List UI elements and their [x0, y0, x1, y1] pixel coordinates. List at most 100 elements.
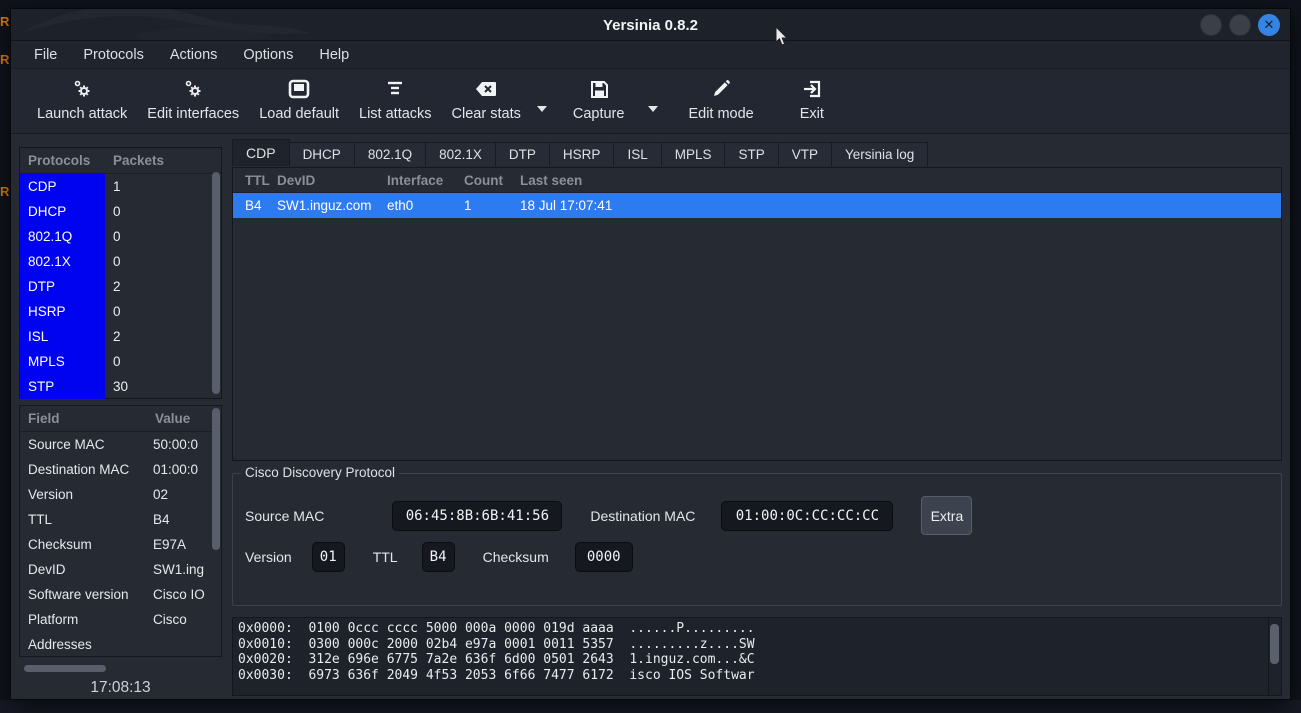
version-input[interactable]	[312, 542, 345, 572]
column-header-field[interactable]: Field	[20, 411, 153, 426]
protocol-row-cdp[interactable]: CDP 1	[20, 174, 221, 199]
cdp-form: Cisco Discovery Protocol Source MAC Dest…	[232, 473, 1282, 606]
clear-backspace-icon	[474, 77, 498, 101]
column-header-devid[interactable]: DevID	[275, 173, 385, 188]
minimize-button[interactable]	[1200, 14, 1222, 36]
tab-8021x[interactable]: 802.1X	[426, 142, 496, 166]
field-row-source-mac[interactable]: Source MAC 50:00:0	[20, 432, 221, 457]
sidebar: Protocols Packets CDP 1 DHCP 0 802.1Q 0 …	[19, 145, 222, 691]
destination-mac-input[interactable]	[721, 501, 893, 531]
floppy-icon	[589, 77, 609, 101]
tab-hsrp[interactable]: HSRP	[550, 142, 615, 166]
hex-scrollbar-track[interactable]	[1268, 618, 1281, 695]
load-default-button[interactable]: Load default	[249, 75, 349, 124]
protocols-scrollbar[interactable]	[212, 172, 220, 394]
field-row-devid[interactable]: DevID SW1.ing	[20, 557, 221, 582]
protocol-row-8021x[interactable]: 802.1X 0	[20, 249, 221, 274]
menu-help[interactable]: Help	[306, 47, 362, 63]
toolbar-label: Edit mode	[688, 106, 753, 122]
ethernet-port-icon	[287, 77, 311, 101]
exit-icon	[802, 77, 822, 101]
fields-horizontal-scrollbar[interactable]	[19, 664, 222, 673]
column-header-packets[interactable]: Packets	[105, 153, 221, 168]
window-title: Yersinia 0.8.2	[11, 9, 1290, 41]
chevron-down-icon	[536, 105, 548, 113]
tab-dhcp[interactable]: DHCP	[290, 142, 355, 166]
mouse-cursor	[775, 26, 791, 48]
field-row-software-version[interactable]: Software version Cisco IO	[20, 582, 221, 607]
field-row-ttl[interactable]: TTL B4	[20, 507, 221, 532]
close-button[interactable]: ✕	[1258, 14, 1280, 36]
hex-scrollbar[interactable]	[1270, 624, 1279, 664]
protocol-row-mpls[interactable]: MPLS 0	[20, 349, 221, 374]
tab-stp[interactable]: STP	[725, 142, 778, 166]
maximize-button[interactable]	[1229, 14, 1251, 36]
toolbar-label: Load default	[259, 106, 339, 122]
clear-stats-dropdown[interactable]	[531, 99, 553, 119]
destination-mac-label: Destination MAC	[590, 508, 695, 524]
list-icon	[385, 77, 405, 101]
packet-table: TTL DevID Interface Count Last seen B4 S…	[232, 167, 1282, 461]
fields-scrollbar[interactable]	[212, 408, 220, 550]
toolbar-label: Capture	[573, 106, 625, 122]
column-header-ttl[interactable]: TTL	[233, 173, 275, 188]
capture-button[interactable]: Capture	[563, 75, 635, 124]
menu-actions[interactable]: Actions	[157, 47, 231, 63]
tab-mpls[interactable]: MPLS	[662, 142, 726, 166]
menu-options[interactable]: Options	[230, 47, 306, 63]
protocol-tabbar: CDP DHCP 802.1Q 802.1X DTP HSRP ISL MPLS…	[232, 139, 1282, 166]
toolbar-label: Launch attack	[37, 106, 127, 122]
cdp-form-legend: Cisco Discovery Protocol	[241, 465, 399, 480]
field-row-version[interactable]: Version 02	[20, 482, 221, 507]
packet-row-selected[interactable]: B4 SW1.inguz.com eth0 1 18 Jul 17:07:41	[233, 193, 1281, 218]
column-header-protocols[interactable]: Protocols	[20, 153, 105, 168]
toolbar: Launch attack Edit interfaces Load defau…	[11, 69, 1290, 134]
exit-button[interactable]: Exit	[790, 75, 834, 124]
tab-vtp[interactable]: VTP	[779, 142, 832, 166]
chevron-down-icon	[647, 105, 659, 113]
toolbar-label: List attacks	[359, 106, 432, 122]
titlebar[interactable]: Yersinia 0.8.2 ✕	[11, 9, 1290, 41]
pencil-icon	[711, 77, 731, 101]
column-header-value[interactable]: Value	[153, 411, 221, 426]
desktop-taskbar-strip	[0, 700, 1301, 713]
ttl-input[interactable]	[422, 542, 455, 572]
hex-dump-panel[interactable]: 0x0000: 0100 0ccc cccc 5000 000a 0000 01…	[232, 617, 1282, 696]
protocol-row-isl[interactable]: ISL 2	[20, 324, 221, 349]
tab-dtp[interactable]: DTP	[496, 142, 550, 166]
yersinia-window: Yersinia 0.8.2 ✕ File Protocols Actions …	[10, 8, 1291, 700]
protocol-row-8021q[interactable]: 802.1Q 0	[20, 224, 221, 249]
field-row-addresses[interactable]: Addresses	[20, 632, 221, 657]
field-row-destination-mac[interactable]: Destination MAC 01:00:0	[20, 457, 221, 482]
protocol-row-hsrp[interactable]: HSRP 0	[20, 299, 221, 324]
field-row-platform[interactable]: Platform Cisco	[20, 607, 221, 632]
checksum-input[interactable]	[575, 542, 633, 572]
source-mac-input[interactable]	[392, 501, 562, 531]
tab-8021q[interactable]: 802.1Q	[355, 142, 426, 166]
extra-button[interactable]: Extra	[921, 496, 972, 535]
tab-isl[interactable]: ISL	[614, 142, 661, 166]
hex-line: 0x0030: 6973 636f 2049 4f53 2053 6f66 74…	[233, 668, 1281, 684]
protocol-row-dhcp[interactable]: DHCP 0	[20, 199, 221, 224]
protocol-row-stp[interactable]: STP 30	[20, 374, 221, 399]
main-panel: CDP DHCP 802.1Q 802.1X DTP HSRP ISL MPLS…	[232, 139, 1282, 691]
edit-mode-button[interactable]: Edit mode	[678, 75, 763, 124]
menu-file[interactable]: File	[21, 47, 70, 63]
protocol-row-dtp[interactable]: DTP 2	[20, 274, 221, 299]
tab-cdp[interactable]: CDP	[232, 139, 290, 166]
column-header-last-seen[interactable]: Last seen	[518, 173, 1281, 188]
column-header-interface[interactable]: Interface	[385, 173, 462, 188]
toolbar-label: Exit	[800, 106, 824, 122]
capture-dropdown[interactable]	[642, 99, 664, 119]
menu-protocols[interactable]: Protocols	[70, 47, 156, 63]
list-attacks-button[interactable]: List attacks	[349, 75, 442, 124]
tab-yersinia-log[interactable]: Yersinia log	[832, 142, 928, 166]
column-header-count[interactable]: Count	[462, 173, 518, 188]
version-label: Version	[245, 549, 292, 565]
gears-icon	[72, 77, 92, 101]
clear-stats-button[interactable]: Clear stats	[442, 75, 531, 124]
field-row-checksum[interactable]: Checksum E97A	[20, 532, 221, 557]
launch-attack-button[interactable]: Launch attack	[27, 75, 137, 124]
edit-interfaces-button[interactable]: Edit interfaces	[137, 75, 249, 124]
source-mac-label: Source MAC	[245, 508, 324, 524]
